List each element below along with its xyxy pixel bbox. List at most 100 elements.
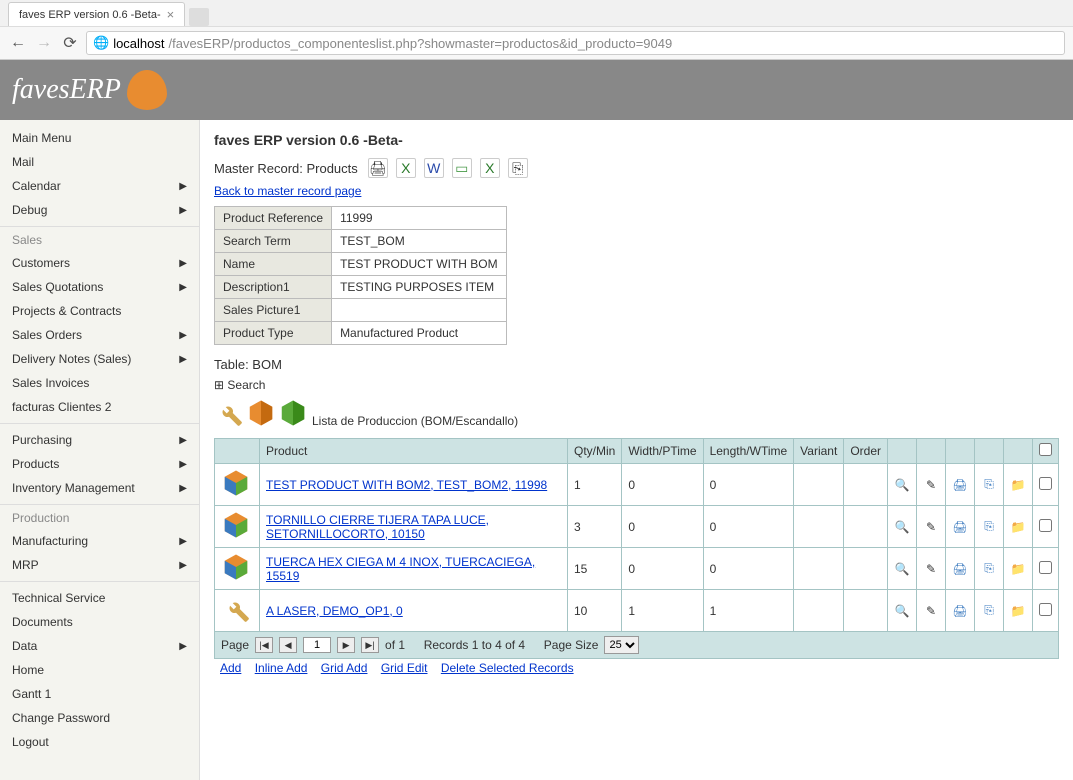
excel-icon[interactable]: X [396, 158, 416, 178]
csv-icon[interactable]: ▭ [452, 158, 472, 178]
bom-table: ProductQty/MinWidth/PTimeLength/WTimeVar… [214, 438, 1059, 632]
sidebar-item[interactable]: Change Password [0, 706, 199, 730]
prev-page-button[interactable]: ◀ [279, 637, 297, 653]
grid-edit-link[interactable]: Grid Edit [381, 661, 428, 675]
edit-icon[interactable]: ✎ [923, 561, 939, 577]
folder-icon[interactable]: 📁 [1010, 477, 1026, 493]
column-header[interactable] [215, 439, 260, 464]
detail-value: TESTING PURPOSES ITEM [332, 276, 507, 299]
column-header[interactable]: Length/WTime [703, 439, 794, 464]
folder-icon[interactable]: 📁 [1010, 603, 1026, 619]
word-icon[interactable]: W [424, 158, 444, 178]
sidebar-item[interactable]: Main Menu [0, 126, 199, 150]
view-icon[interactable]: 🔍 [894, 519, 910, 535]
column-header[interactable]: Qty/Min [568, 439, 622, 464]
view-icon[interactable]: 🔍 [894, 561, 910, 577]
xml-icon[interactable]: X [480, 158, 500, 178]
copy-row-icon[interactable]: ⎘ [981, 561, 997, 577]
back-to-master-link[interactable]: Back to master record page [214, 184, 361, 198]
detail-table: Product Reference11999Search TermTEST_BO… [214, 206, 507, 345]
reload-button[interactable]: ⟳ [60, 33, 80, 53]
url-field[interactable]: 🌐 localhost/favesERP/productos_component… [86, 31, 1065, 55]
sidebar-item[interactable]: Sales Quotations▶ [0, 275, 199, 299]
sidebar-item[interactable]: Customers▶ [0, 251, 199, 275]
product-link[interactable]: TUERCA HEX CIEGA M 4 INOX, TUERCACIEGA, … [266, 555, 535, 583]
sidebar-item[interactable]: Debug▶ [0, 198, 199, 222]
column-header[interactable]: Order [844, 439, 888, 464]
column-header[interactable]: Product [260, 439, 568, 464]
column-header[interactable]: Width/PTime [622, 439, 703, 464]
forward-button[interactable]: → [34, 33, 54, 53]
add-link[interactable]: Add [220, 661, 241, 675]
print-row-icon[interactable]: 🖨 [952, 561, 968, 577]
sidebar-item[interactable]: Home [0, 658, 199, 682]
sidebar: Main MenuMailCalendar▶Debug▶ Sales Custo… [0, 120, 200, 780]
copy-icon[interactable]: ⎘ [508, 158, 528, 178]
sidebar-item[interactable]: Products▶ [0, 452, 199, 476]
print-row-icon[interactable]: 🖨 [952, 477, 968, 493]
last-page-button[interactable]: ▶| [361, 637, 379, 653]
sidebar-item[interactable]: Gantt 1 [0, 682, 199, 706]
edit-icon[interactable]: ✎ [923, 519, 939, 535]
page-size-select[interactable]: 25 [604, 636, 639, 654]
print-icon[interactable]: 🖨 [368, 158, 388, 178]
row-checkbox[interactable] [1039, 603, 1052, 616]
back-button[interactable]: ← [8, 33, 28, 53]
sidebar-item-label: Customers [12, 256, 70, 270]
copy-row-icon[interactable]: ⎘ [981, 477, 997, 493]
product-link[interactable]: TORNILLO CIERRE TIJERA TAPA LUCE, SETORN… [266, 513, 489, 541]
next-page-button[interactable]: ▶ [337, 637, 355, 653]
print-row-icon[interactable]: 🖨 [952, 519, 968, 535]
sidebar-item[interactable]: Technical Service [0, 586, 199, 610]
print-row-icon[interactable]: 🖨 [952, 603, 968, 619]
sidebar-item[interactable]: MRP▶ [0, 553, 199, 577]
chevron-right-icon: ▶ [179, 536, 187, 547]
sidebar-item[interactable]: Data▶ [0, 634, 199, 658]
tools-row: Lista de Produccion (BOM/Escandallo) [214, 398, 1059, 428]
cube-green-icon [278, 398, 308, 428]
grid-add-link[interactable]: Grid Add [321, 661, 368, 675]
view-icon[interactable]: 🔍 [894, 477, 910, 493]
sidebar-item[interactable]: Inventory Management▶ [0, 476, 199, 500]
browser-tab[interactable]: faves ERP version 0.6 -Beta- × [8, 2, 185, 26]
inline-add-link[interactable]: Inline Add [255, 661, 308, 675]
view-icon[interactable]: 🔍 [894, 603, 910, 619]
edit-icon[interactable]: ✎ [923, 477, 939, 493]
row-checkbox[interactable] [1039, 561, 1052, 574]
new-tab-button[interactable] [189, 8, 209, 26]
sidebar-item[interactable]: Sales Orders▶ [0, 323, 199, 347]
sidebar-item[interactable]: Documents [0, 610, 199, 634]
table-row: A LASER, DEMO_OP1, 0 10 1 1 🔍 ✎ 🖨 ⎘ 📁 [215, 590, 1059, 632]
sidebar-item-label: Sales Quotations [12, 280, 103, 294]
sidebar-item[interactable]: Purchasing▶ [0, 428, 199, 452]
sidebar-item[interactable]: Manufacturing▶ [0, 529, 199, 553]
select-all-checkbox[interactable] [1039, 443, 1052, 456]
sidebar-item[interactable]: Delivery Notes (Sales)▶ [0, 347, 199, 371]
product-link[interactable]: TEST PRODUCT WITH BOM2, TEST_BOM2, 11998 [266, 478, 547, 492]
product-link[interactable]: A LASER, DEMO_OP1, 0 [266, 604, 403, 618]
sidebar-item-label: facturas Clientes 2 [12, 400, 111, 414]
close-tab-icon[interactable]: × [167, 7, 175, 22]
row-checkbox[interactable] [1039, 477, 1052, 490]
page-size-label: Page Size [544, 638, 599, 652]
expand-search[interactable]: ⊞ Search [214, 378, 1059, 392]
sidebar-item[interactable]: Projects & Contracts [0, 299, 199, 323]
sidebar-section-production: Production [0, 504, 199, 529]
first-page-button[interactable]: |◀ [255, 637, 273, 653]
sidebar-item[interactable]: Logout [0, 730, 199, 754]
folder-icon[interactable]: 📁 [1010, 519, 1026, 535]
copy-row-icon[interactable]: ⎘ [981, 519, 997, 535]
copy-row-icon[interactable]: ⎘ [981, 603, 997, 619]
folder-icon[interactable]: 📁 [1010, 561, 1026, 577]
product-cell: TEST PRODUCT WITH BOM2, TEST_BOM2, 11998 [260, 464, 568, 506]
sidebar-item[interactable]: Calendar▶ [0, 174, 199, 198]
row-checkbox[interactable] [1039, 519, 1052, 532]
sidebar-item[interactable]: Mail [0, 150, 199, 174]
delete-selected-link[interactable]: Delete Selected Records [441, 661, 574, 675]
edit-icon[interactable]: ✎ [923, 603, 939, 619]
page-input[interactable] [303, 637, 331, 653]
sidebar-item[interactable]: Sales Invoices [0, 371, 199, 395]
sidebar-item[interactable]: facturas Clientes 2 [0, 395, 199, 419]
url-host: localhost [113, 36, 164, 51]
column-header[interactable]: Variant [794, 439, 844, 464]
